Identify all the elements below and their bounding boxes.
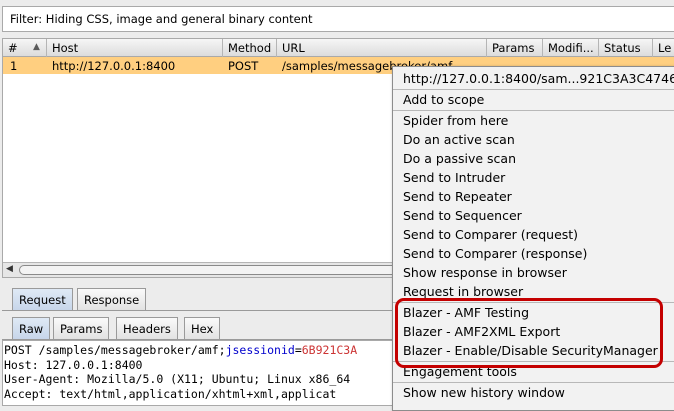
scroll-left-icon[interactable]: ◀ bbox=[6, 264, 13, 274]
menu-item-comparer-request[interactable]: Send to Comparer (request) bbox=[393, 225, 674, 244]
tab-params[interactable]: Params bbox=[53, 317, 110, 339]
scrollbar-thumb[interactable] bbox=[19, 265, 399, 275]
col-params[interactable]: Params bbox=[487, 39, 543, 57]
raw-line-2: Host: 127.0.0.1:8400 bbox=[4, 357, 143, 372]
menu-item-send-to-sequencer[interactable]: Send to Sequencer bbox=[393, 206, 674, 225]
menu-item-request-in-browser[interactable]: Request in browser bbox=[393, 282, 674, 301]
tab-raw[interactable]: Raw bbox=[12, 317, 51, 339]
menu-item-send-to-repeater[interactable]: Send to Repeater bbox=[393, 187, 674, 206]
menu-item-new-history-window[interactable]: Show new history window bbox=[393, 383, 674, 402]
row-number: 1 bbox=[10, 59, 18, 73]
menu-item-send-to-intruder[interactable]: Send to Intruder bbox=[393, 168, 674, 187]
menu-item-engagement-tools[interactable]: Engagement tools bbox=[393, 362, 674, 381]
context-menu: http://127.0.0.1:8400/sam...921C3A3C4746… bbox=[392, 66, 674, 411]
menu-item-comparer-response[interactable]: Send to Comparer (response) bbox=[393, 244, 674, 263]
menu-item-active-scan[interactable]: Do an active scan bbox=[393, 130, 674, 149]
sort-ascending-icon: ▲ bbox=[33, 42, 40, 52]
menu-item-blazer-amf2xml-export[interactable]: Blazer - AMF2XML Export bbox=[393, 322, 674, 341]
tab-response[interactable]: Response bbox=[77, 288, 147, 310]
menu-item-passive-scan[interactable]: Do a passive scan bbox=[393, 149, 674, 168]
menu-item-spider[interactable]: Spider from here bbox=[393, 111, 674, 130]
row-method: POST bbox=[228, 59, 259, 73]
col-host[interactable]: Host bbox=[47, 39, 223, 57]
menu-header-url: http://127.0.0.1:8400/sam...921C3A3C4746 bbox=[403, 71, 674, 86]
raw-line-1: POST /samples/messagebroker/amf;jsession… bbox=[4, 343, 358, 357]
row-host: http://127.0.0.1:8400 bbox=[52, 59, 176, 73]
menu-item-add-to-scope[interactable]: Add to scope bbox=[393, 90, 674, 109]
table-header: # ▲ Host Method URL Params Modifi... Stat… bbox=[3, 39, 674, 57]
tab-headers[interactable]: Headers bbox=[116, 317, 178, 339]
col-url[interactable]: URL bbox=[277, 39, 487, 57]
raw-line-3: User-Agent: Mozilla/5.0 (X11; Ubuntu; Li… bbox=[4, 372, 351, 386]
tab-request[interactable]: Request bbox=[12, 288, 73, 310]
tab-hex[interactable]: Hex bbox=[184, 317, 221, 339]
col-status[interactable]: Status bbox=[599, 39, 653, 57]
col-length[interactable]: Le bbox=[653, 39, 674, 57]
filter-bar[interactable]: Filter: Hiding CSS, image and general bi… bbox=[2, 6, 674, 32]
menu-item-blazer-amf-testing[interactable]: Blazer - AMF Testing bbox=[393, 303, 674, 322]
col-method[interactable]: Method bbox=[223, 39, 277, 57]
col-modified[interactable]: Modifi... bbox=[543, 39, 599, 57]
menu-item-blazer-security-manager[interactable]: Blazer - Enable/Disable SecurityManager bbox=[393, 341, 674, 360]
raw-line-4: Accept: text/html,application/xhtml+xml,… bbox=[4, 386, 337, 401]
filter-text: Filter: Hiding CSS, image and general bi… bbox=[10, 12, 313, 26]
menu-item-show-response-in-browser[interactable]: Show response in browser bbox=[393, 263, 674, 282]
col-number[interactable]: # ▲ bbox=[3, 39, 47, 57]
